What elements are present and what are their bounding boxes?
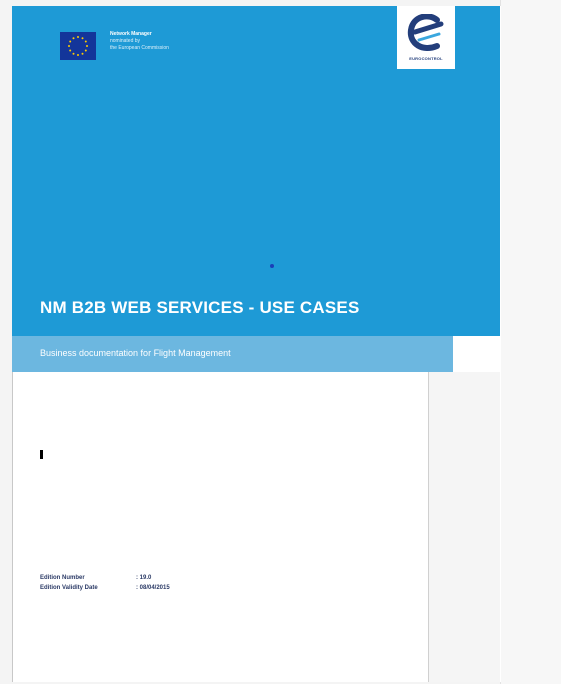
marker-dot <box>270 264 274 268</box>
eu-line-3: the European Commission <box>110 45 169 51</box>
eu-flag-icon <box>60 32 96 60</box>
edition-validity-label: Edition Validity Date <box>40 585 98 591</box>
subtitle-notch <box>453 336 500 372</box>
side-pane-divider <box>428 372 429 682</box>
eurocontrol-logo-icon <box>407 14 444 51</box>
network-manager-label: Network Manager nominated by the Europea… <box>110 31 230 52</box>
edition-metadata: Edition Number : 19.0 Edition Validity D… <box>40 573 170 593</box>
document-title: NM B2B WEB SERVICES - USE CASES <box>40 298 360 317</box>
text-cursor <box>40 450 43 459</box>
side-pane <box>429 372 500 682</box>
eu-line-2: nominated by <box>110 38 141 44</box>
edition-validity-row: Edition Validity Date : 08/04/2015 <box>40 583 170 593</box>
subtitle-band: Business documentation for Flight Manage… <box>12 336 453 372</box>
eu-line-1: Network Manager <box>110 31 152 37</box>
edition-number-label: Edition Number <box>40 575 85 581</box>
eurocontrol-logo: EUROCONTROL <box>397 6 455 69</box>
edition-number-row: Edition Number : 19.0 <box>40 573 170 583</box>
edition-number-value: : 19.0 <box>136 575 152 581</box>
edition-validity-value: : 08/04/2015 <box>136 585 170 591</box>
document-subtitle: Business documentation for Flight Manage… <box>40 348 231 358</box>
right-gutter <box>500 0 561 684</box>
logo-caption: EUROCONTROL <box>409 56 443 61</box>
